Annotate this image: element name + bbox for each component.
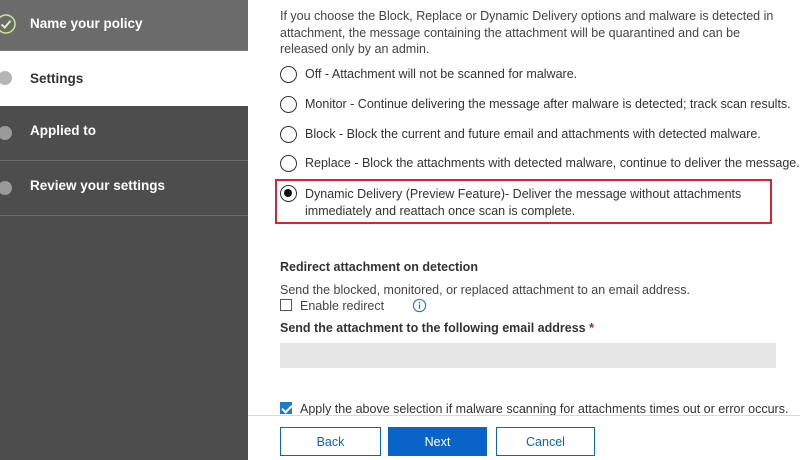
checkmark-circle-icon [0, 14, 16, 34]
info-icon[interactable] [412, 298, 427, 313]
settings-panel: If you choose the Block, Replace or Dyna… [248, 0, 800, 460]
back-button[interactable]: Back [280, 427, 381, 456]
step-settings[interactable]: Settings [0, 51, 248, 106]
radio-button[interactable] [280, 155, 297, 172]
apply-on-timeout-checkbox[interactable] [280, 402, 292, 414]
step-label: Applied to [30, 123, 96, 138]
step-label: Name your policy [30, 16, 143, 31]
step-applied-to[interactable]: Applied to [0, 106, 248, 161]
step-indicator-icon [0, 181, 12, 195]
option-label: Dynamic Delivery (Preview Feature)- Deli… [305, 187, 742, 218]
option-label: Monitor - Continue delivering the messag… [305, 97, 791, 111]
step-name-your-policy[interactable]: Name your policy [0, 0, 248, 51]
email-field-label: Send the attachment to the following ema… [280, 321, 594, 335]
radio-button-selected[interactable] [280, 185, 297, 202]
step-indicator-icon [0, 126, 12, 140]
redirect-section-title: Redirect attachment on detection [280, 260, 478, 274]
step-review-your-settings[interactable]: Review your settings [0, 161, 248, 216]
radio-button[interactable] [280, 126, 297, 143]
wizard-sidebar: Name your policy Settings Applied to Rev… [0, 0, 248, 460]
cancel-button[interactable]: Cancel [496, 427, 595, 456]
intro-text: If you choose the Block, Replace or Dyna… [280, 9, 774, 56]
email-label-text: Send the attachment to the following ema… [280, 321, 586, 335]
redirect-description: Send the blocked, monitored, or replaced… [280, 283, 690, 297]
step-label: Review your settings [30, 178, 166, 193]
enable-redirect-checkbox[interactable] [280, 299, 292, 311]
option-label: Block - Block the current and future ema… [305, 127, 761, 141]
enable-redirect-label: Enable redirect [300, 299, 385, 313]
required-marker: * [589, 321, 594, 335]
redirect-email-input[interactable] [280, 343, 776, 368]
radio-button[interactable] [280, 96, 297, 113]
option-label: Off - Attachment will not be scanned for… [305, 67, 578, 81]
next-button[interactable]: Next [388, 427, 487, 456]
step-indicator-icon [0, 71, 12, 85]
apply-on-timeout-label: Apply the above selection if malware sca… [300, 402, 789, 416]
footer-divider [248, 415, 800, 416]
radio-button[interactable] [280, 66, 297, 83]
step-label: Settings [30, 71, 84, 86]
option-label: Replace - Block the attachments with det… [305, 156, 800, 170]
